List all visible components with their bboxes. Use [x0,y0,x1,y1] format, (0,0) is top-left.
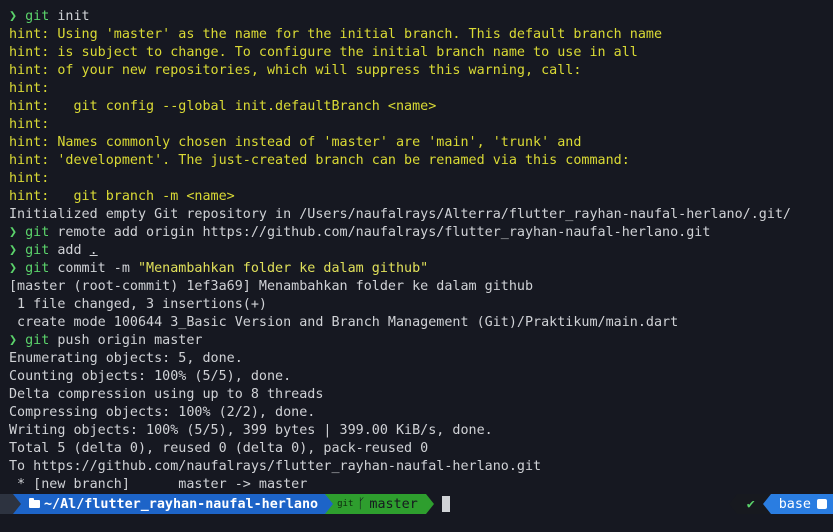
command-args: push origin master [49,333,203,348]
output-text: Total 5 (delta 0), reused 0 (delta 0), p… [9,441,429,456]
commit-message: "Menambahkan folder ke dalam github" [138,261,429,276]
command-args: add [49,243,90,258]
check-icon: ✔ [746,496,755,512]
right-prompt: ✔ base [728,494,833,514]
hint-text: hint: [9,171,50,186]
terminal-line: Initialized empty Git repository in /Use… [9,206,833,224]
terminal-line: ❯ git init [9,8,833,26]
hint-text: hint: [9,117,50,132]
output-text: To https://github.com/naufalrays/flutter… [9,459,542,474]
command-path-arg: . [89,243,98,258]
terminal-line: hint: is subject to change. To configure… [9,44,833,62]
terminal-line: ❯ git push origin master [9,332,833,350]
terminal-line: Compressing objects: 100% (2/2), done. [9,404,833,422]
segment-separator [728,494,737,514]
terminal-line: Total 5 (delta 0), reused 0 (delta 0), p… [9,440,833,458]
terminal-line: hint: of your new repositories, which wi… [9,62,833,80]
command-name: git [25,261,50,276]
hint-text: hint: Names commonly chosen instead of '… [9,135,582,150]
segment-separator [13,494,21,514]
terminal-line: hint: git config --global init.defaultBr… [9,98,833,116]
output-text: Delta compression using up to 8 threads [9,387,324,402]
directory-segment: ~/Al/flutter_rayhan-naufal-herlano [21,494,326,514]
segment-separator [425,494,434,514]
status-ok-segment: ✔ [736,494,763,514]
terminal-line: hint: [9,170,833,188]
hint-text: hint: is subject to change. To configure… [9,45,638,60]
terminal-line: hint: git branch -m <name> [9,188,833,206]
terminal-line: [master (root-commit) 1ef3a69] Menambahk… [9,278,833,296]
output-text: Enumerating objects: 5, done. [9,351,243,366]
output-text: Counting objects: 100% (5/5), done. [9,369,292,384]
prompt-chevron: ❯ [9,225,18,240]
command-args: commit -m [49,261,138,276]
output-text: Compressing objects: 100% (2/2), done. [9,405,316,420]
prompt-chevron: ❯ [9,333,18,348]
terminal-line: hint: [9,80,833,98]
text-cursor[interactable] [441,496,450,512]
terminal-window[interactable]: ❯ git init hint: Using 'master' as the na… [0,0,833,532]
terminal-line: hint: Using 'master' as the name for the… [9,26,833,44]
output-text: * [new branch] master -> master [9,477,308,492]
command-args: init [49,9,90,24]
command-name: git [25,243,50,258]
terminal-line: 1 file changed, 3 insertions(+) [9,296,833,314]
command-name: git [25,333,50,348]
output-text: Writing objects: 100% (5/5), 399 bytes |… [9,423,493,438]
prompt-chevron: ❯ [9,243,18,258]
terminal-output: ❯ git init hint: Using 'master' as the na… [9,8,833,494]
terminal-line: hint: Names commonly chosen instead of '… [9,134,833,152]
terminal-line: Counting objects: 100% (5/5), done. [9,368,833,386]
terminal-line: create mode 100644 3_Basic Version and B… [9,314,833,332]
hint-text: hint: Using 'master' as the name for the… [9,27,663,42]
terminal-line: * [new branch] master -> master [9,476,833,494]
output-text: 1 file changed, 3 insertions(+) [9,297,267,312]
segment-separator [325,494,334,514]
terminal-line: Writing objects: 100% (5/5), 399 bytes |… [9,422,833,440]
git-branch-icon: ᚴ [357,496,366,512]
hint-text: hint: [9,81,50,96]
terminal-line: hint: 'development'. The just-created br… [9,152,833,170]
git-segment: git ᚴ master [333,494,426,514]
terminal-line: hint: [9,116,833,134]
terminal-line: ❯ git remote add origin https://github.c… [9,224,833,242]
segment-separator [762,494,771,514]
git-label: git [337,499,354,509]
prompt-chevron: ❯ [9,261,18,276]
terminal-line: Enumerating objects: 5, done. [9,350,833,368]
hint-text: hint: 'development'. The just-created br… [9,153,630,168]
terminal-line: Delta compression using up to 8 threads [9,386,833,404]
command-name: git [25,225,50,240]
terminal-line: To https://github.com/naufalrays/flutter… [9,458,833,476]
python-icon [817,499,827,509]
prompt-status-bar: ~/Al/flutter_rayhan-naufal-herlano git ᚴ… [0,494,833,514]
hint-text: hint: git branch -m <name> [9,189,235,204]
command-name: git [25,9,50,24]
output-text: [master (root-commit) 1ef3a69] Menambahk… [9,279,534,294]
output-text: create mode 100644 3_Basic Version and B… [9,315,679,330]
terminal-line: ❯ git commit -m "Menambahkan folder ke d… [9,260,833,278]
apple-logo-icon [0,494,13,514]
terminal-line: ❯ git add . [9,242,833,260]
hint-text: hint: of your new repositories, which wi… [9,63,582,78]
current-directory: ~/Al/flutter_rayhan-naufal-herlano [44,496,319,512]
prompt-chevron: ❯ [9,9,18,24]
env-name: base [778,496,811,512]
conda-env-segment: base [770,494,833,514]
hint-text: hint: git config --global init.defaultBr… [9,99,437,114]
output-text: Initialized empty Git repository in /Use… [9,207,791,222]
folder-icon [29,498,40,508]
branch-name: master [369,496,418,512]
command-args: remote add origin https://github.com/nau… [49,225,711,240]
